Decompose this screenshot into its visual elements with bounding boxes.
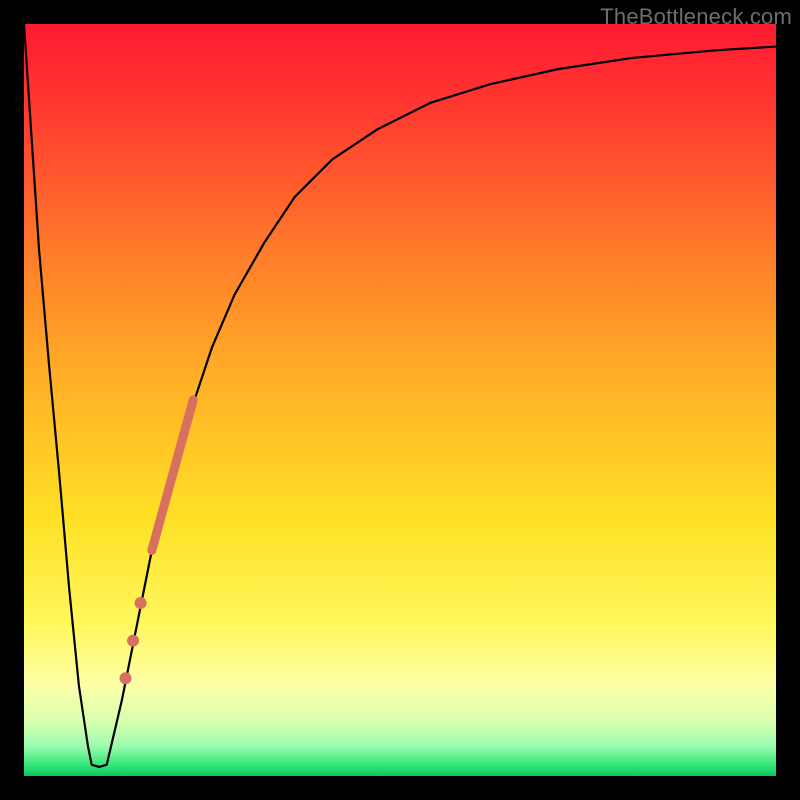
overlay-group bbox=[120, 400, 194, 684]
highlight-dot bbox=[127, 635, 139, 647]
highlight-band bbox=[152, 400, 193, 550]
chart-container: TheBottleneck.com bbox=[0, 0, 800, 800]
plot-area bbox=[24, 24, 776, 776]
highlight-dot bbox=[120, 672, 132, 684]
curve-group bbox=[24, 24, 776, 767]
highlight-dot bbox=[135, 597, 147, 609]
main-curve bbox=[24, 24, 776, 767]
watermark: TheBottleneck.com bbox=[600, 4, 792, 30]
curve-svg bbox=[24, 24, 776, 776]
